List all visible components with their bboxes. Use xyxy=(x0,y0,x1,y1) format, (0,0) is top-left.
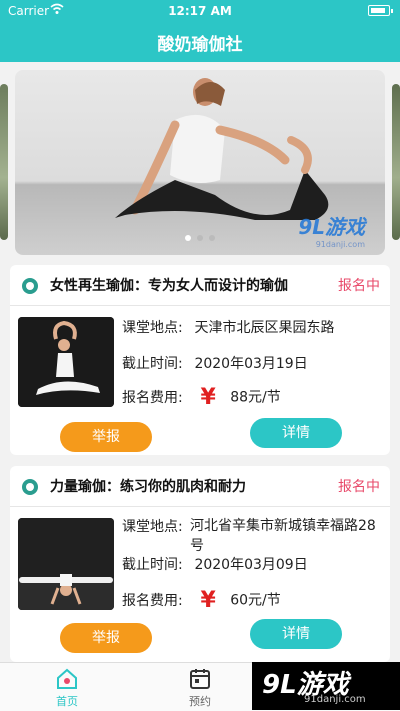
page-title: 酸奶瑜伽社 xyxy=(157,35,243,55)
fee-value: 60元/节 xyxy=(230,592,281,609)
top-bar: Carrier 12:17 AM 酸奶瑜伽社 xyxy=(0,0,400,62)
status-badge: 报名中 xyxy=(338,479,380,495)
banner-next-peek[interactable] xyxy=(392,84,400,240)
tab-booking-label: 预约 xyxy=(189,695,211,708)
fee-label: 报名费用: xyxy=(122,389,183,406)
tab-booking[interactable]: 预约 xyxy=(155,663,245,711)
watermark-logo: 9L游戏 91danji.com xyxy=(252,662,400,710)
yen-icon: ¥ xyxy=(200,385,216,410)
detail-button[interactable]: 详情 xyxy=(250,418,342,448)
report-button[interactable]: 举报 xyxy=(60,422,152,452)
battery-icon xyxy=(368,5,393,16)
location-value: 河北省辛集市新城镇幸福路28号 xyxy=(190,518,376,554)
location-label: 课堂地点: xyxy=(122,519,183,535)
banner-carousel[interactable]: 9L游戏 91danji.com xyxy=(15,70,385,255)
calendar-icon xyxy=(190,669,210,689)
status-badge: 报名中 xyxy=(338,278,380,294)
divider xyxy=(10,506,390,507)
class-thumbnail xyxy=(18,518,114,610)
studio-logo-icon xyxy=(22,278,38,294)
banner-watermark-url: 91danji.com xyxy=(315,240,365,249)
carousel-dot[interactable] xyxy=(209,235,215,241)
location-row: 课堂地点: 河北省辛集市新城镇幸福路28号 xyxy=(122,516,388,556)
banner-watermark: 9L游戏 91danji.com xyxy=(298,211,365,249)
fee-value: 88元/节 xyxy=(230,389,281,406)
deadline-row: 截止时间: 2020年03月19日 xyxy=(122,353,308,373)
class-thumbnail xyxy=(18,317,114,407)
studio-logo-icon xyxy=(22,479,38,495)
status-bar: Carrier 12:17 AM xyxy=(0,0,400,22)
deadline-label: 截止时间: xyxy=(122,557,183,573)
class-card[interactable]: 女性再生瑜伽：专为女人而设计的瑜伽 报名中 课堂地点: 天津市北辰区果园东路 截… xyxy=(10,265,390,455)
location-row: 课堂地点: 天津市北辰区果园东路 xyxy=(122,317,334,337)
fee-row: 报名费用: ¥ 60元/节 xyxy=(122,588,281,613)
class-title: 力量瑜伽：练习你的肌肉和耐力 xyxy=(50,479,246,495)
banner-watermark-text: 9L游戏 xyxy=(298,215,365,239)
yen-icon: ¥ xyxy=(200,588,216,613)
banner-prev-peek[interactable] xyxy=(0,84,8,240)
detail-button[interactable]: 详情 xyxy=(250,619,342,649)
watermark-url: 91danji.com xyxy=(304,694,366,705)
fee-row: 报名费用: ¥ 88元/节 xyxy=(122,385,281,410)
location-label: 课堂地点: xyxy=(122,320,183,336)
deadline-value: 2020年03月09日 xyxy=(194,557,308,573)
class-title: 女性再生瑜伽：专为女人而设计的瑜伽 xyxy=(50,278,288,294)
home-icon xyxy=(57,668,77,689)
deadline-row: 截止时间: 2020年03月09日 xyxy=(122,554,308,574)
clock: 12:17 AM xyxy=(168,4,232,18)
deadline-value: 2020年03月19日 xyxy=(194,356,308,372)
location-value: 天津市北辰区果园东路 xyxy=(194,320,335,336)
divider xyxy=(10,305,390,306)
carousel-dot[interactable] xyxy=(185,235,191,241)
report-button[interactable]: 举报 xyxy=(60,623,152,653)
carousel-dot[interactable] xyxy=(197,235,203,241)
class-card[interactable]: 力量瑜伽：练习你的肌肉和耐力 报名中 课堂地点: 河北省辛集市新城镇幸福路28号… xyxy=(10,466,390,662)
tab-home-label: 首页 xyxy=(56,695,78,708)
tab-home[interactable]: 首页 xyxy=(22,663,112,711)
fee-label: 报名费用: xyxy=(122,592,183,609)
deadline-label: 截止时间: xyxy=(122,356,183,372)
